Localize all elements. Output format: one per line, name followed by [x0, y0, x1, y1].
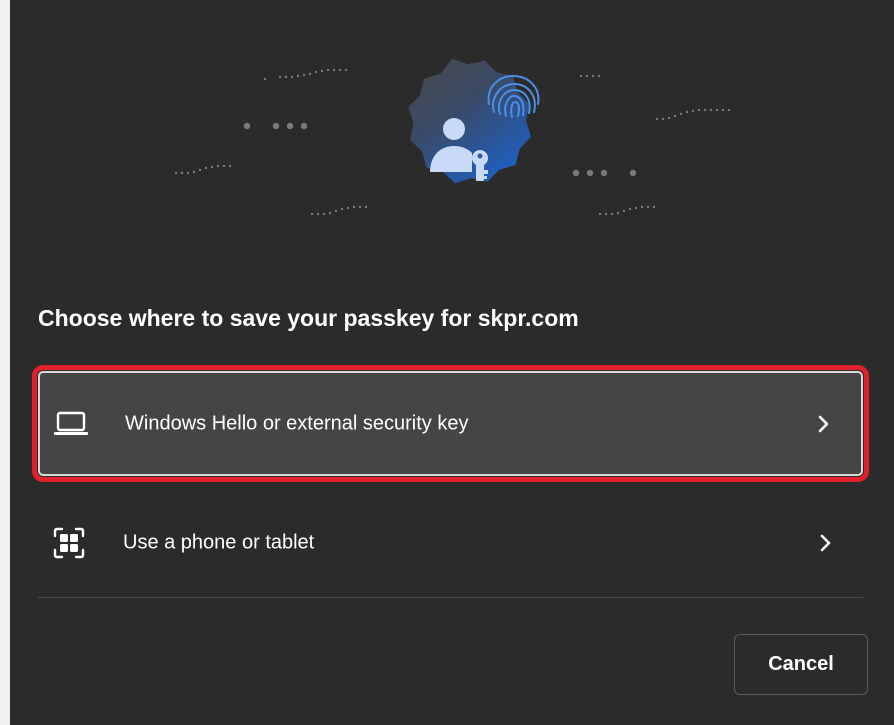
option-phone-or-tablet[interactable]: Use a phone or tablet — [38, 490, 863, 595]
chevron-right-icon — [817, 533, 833, 553]
passkey-illustration — [10, 0, 894, 290]
cancel-button[interactable]: Cancel — [734, 634, 868, 695]
dialog-title: Choose where to save your passkey for sk… — [38, 305, 579, 331]
option-windows-hello[interactable]: Windows Hello or external security key — [32, 365, 869, 482]
option-label: Use a phone or tablet — [123, 531, 315, 553]
option-label: Windows Hello or external security key — [125, 412, 469, 434]
passkey-illustration-graphic — [174, 59, 731, 216]
divider — [38, 597, 863, 598]
qr-code-icon — [52, 526, 86, 560]
chevron-right-icon — [815, 414, 831, 434]
laptop-icon — [54, 407, 88, 441]
passkey-dialog: Choose where to save your passkey for sk… — [10, 0, 894, 725]
